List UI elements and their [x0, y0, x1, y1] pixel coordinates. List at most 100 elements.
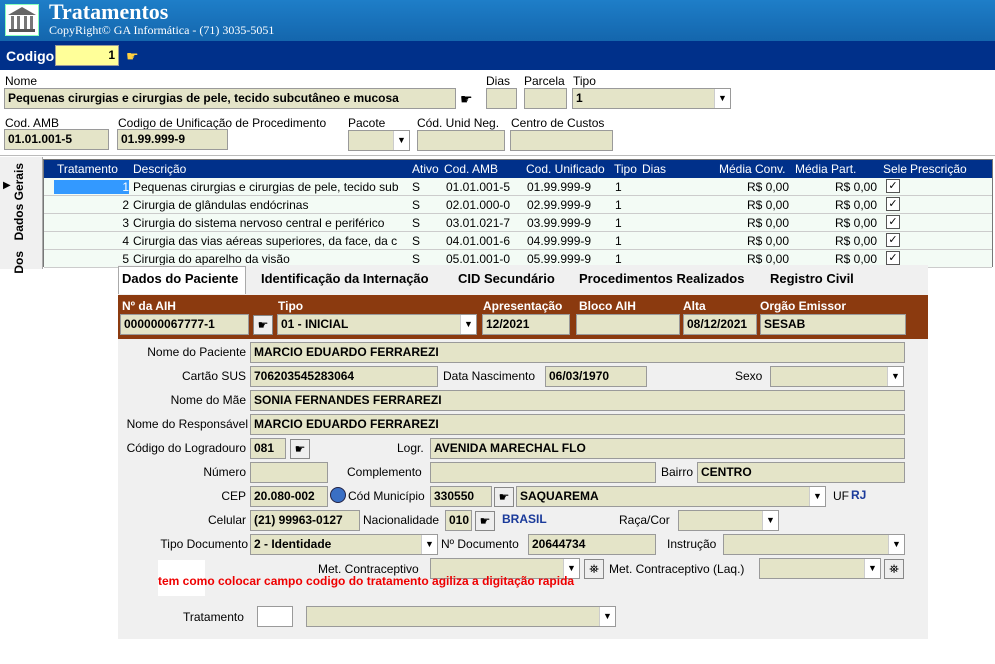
col-tratamento[interactable]: Tratamento: [57, 162, 118, 176]
pointing-hand-icon[interactable]: ☛: [460, 91, 473, 108]
col-cod-amb[interactable]: Cod. AMB: [444, 162, 498, 176]
chevron-down-icon[interactable]: ▼: [460, 315, 476, 334]
col-dias[interactable]: Dias: [642, 162, 666, 176]
cod-municipio-input[interactable]: 330550: [430, 486, 492, 507]
tratamento-select[interactable]: ▼: [306, 606, 616, 627]
table-row[interactable]: 1 Pequenas cirurgias e cirurgias de pele…: [44, 178, 992, 196]
cod-amb-input[interactable]: 01.01.001-5: [4, 129, 109, 150]
municipio-select[interactable]: SAQUAREMA ▼: [516, 486, 826, 507]
numero-input[interactable]: [250, 462, 328, 483]
globe-icon[interactable]: [330, 487, 346, 503]
aih-tipo-select[interactable]: 01 - INICIAL ▼: [277, 314, 477, 335]
nacionalidade-input[interactable]: 010: [445, 510, 472, 531]
table-row[interactable]: 3 Cirurgia do sistema nervoso central e …: [44, 214, 992, 232]
centro-input[interactable]: [510, 130, 613, 151]
tab-dados-paciente[interactable]: Dados do Paciente: [122, 271, 238, 286]
sexo-select[interactable]: ▼: [770, 366, 904, 387]
select-checkbox[interactable]: ✓: [886, 179, 900, 193]
col-descricao[interactable]: Descrição: [133, 162, 186, 176]
nome-input[interactable]: Pequenas cirurgias e cirurgias de pele, …: [4, 88, 456, 109]
title-bar: Tratamentos CopyRight© GA Informática - …: [0, 0, 995, 41]
alta-input[interactable]: 08/12/2021: [683, 314, 757, 335]
col-media-part[interactable]: Média Part.: [795, 162, 856, 176]
raca-select[interactable]: ▼: [678, 510, 779, 531]
pointing-hand-icon[interactable]: ☛: [475, 511, 495, 531]
aih-input[interactable]: 000000067777-1: [120, 314, 249, 335]
tipo-documento-value: 2 - Identidade: [254, 537, 332, 551]
select-checkbox[interactable]: ✓: [886, 233, 900, 247]
col-media-conv[interactable]: Média Conv.: [719, 162, 785, 176]
cep-input[interactable]: 20.080-002: [250, 486, 328, 507]
chevron-down-icon[interactable]: ▼: [599, 607, 615, 626]
select-checkbox[interactable]: ✓: [886, 215, 900, 229]
data-nasc-label: Data Nascimento: [443, 369, 536, 383]
cell-ativo: S: [412, 198, 421, 212]
tratamento-codigo-input[interactable]: [257, 606, 293, 627]
col-ativo[interactable]: Ativo: [412, 162, 439, 176]
apresentacao-input[interactable]: 12/2021: [482, 314, 570, 335]
cod-unid-input[interactable]: [417, 130, 505, 151]
chevron-down-icon[interactable]: ▼: [762, 511, 778, 530]
pointing-hand-icon[interactable]: ☛: [494, 487, 514, 507]
tab-procedimentos[interactable]: Procedimentos Realizados: [579, 271, 744, 286]
chevron-down-icon[interactable]: ▼: [864, 559, 880, 578]
cod-unif-input[interactable]: 01.99.999-9: [117, 129, 228, 150]
cell-amb: 03.01.021-7: [446, 216, 511, 230]
copyright-text: CopyRight© GA Informática - (71) 3035-50…: [49, 23, 275, 37]
chevron-down-icon[interactable]: ▼: [887, 367, 903, 386]
tipo-select[interactable]: 1 ▼: [572, 88, 731, 109]
chevron-down-icon[interactable]: ▼: [393, 131, 409, 150]
binoculars-icon[interactable]: ⛯: [884, 559, 904, 579]
pointing-hand-icon[interactable]: ☛: [290, 439, 310, 459]
dias-input[interactable]: [486, 88, 517, 109]
tipo-documento-select[interactable]: 2 - Identidade ▼: [250, 534, 438, 555]
logr-input[interactable]: AVENIDA MARECHAL FLO: [430, 438, 905, 459]
celular-input[interactable]: (21) 99963-0127: [250, 510, 360, 531]
row-pointer-icon: ▶: [3, 180, 11, 191]
tratamento-label: Tratamento: [183, 610, 244, 624]
col-prescricao[interactable]: Prescrição: [910, 162, 967, 176]
select-checkbox[interactable]: ✓: [886, 197, 900, 211]
pointing-hand-icon[interactable]: ☛: [126, 48, 139, 65]
cell-amb: 02.01.000-0: [446, 198, 511, 212]
tab-cid-secundario[interactable]: CID Secundário: [458, 271, 555, 286]
table-row[interactable]: 4 Cirurgia das vias aéreas superiores, d…: [44, 232, 992, 250]
nome-mae-input[interactable]: SONIA FERNANDES FERRAREZI: [250, 390, 905, 411]
parcela-input[interactable]: [524, 88, 567, 109]
nome-paciente-input[interactable]: MARCIO EDUARDO FERRAREZI: [250, 342, 905, 363]
binoculars-icon[interactable]: ⛯: [584, 559, 604, 579]
col-tipo[interactable]: Tipo: [614, 162, 637, 176]
cartao-sus-input[interactable]: 706203545283064: [250, 366, 438, 387]
nome-responsavel-input[interactable]: MARCIO EDUARDO FERRAREZI: [250, 414, 905, 435]
data-nasc-input[interactable]: 06/03/1970: [545, 366, 647, 387]
cod-logradouro-input[interactable]: 081: [250, 438, 286, 459]
chevron-down-icon[interactable]: ▼: [421, 535, 437, 554]
orgao-input[interactable]: SESAB: [760, 314, 906, 335]
table-row[interactable]: 2 Cirurgia de glândulas endócrinas S 02.…: [44, 196, 992, 214]
pointing-hand-icon[interactable]: ☛: [253, 315, 273, 335]
tab-other[interactable]: Dos: [12, 251, 26, 274]
cell-ativo: S: [412, 180, 421, 194]
chevron-down-icon[interactable]: ▼: [809, 487, 825, 506]
select-checkbox[interactable]: ✓: [886, 251, 900, 265]
tab-registro-civil[interactable]: Registro Civil: [770, 271, 854, 286]
bloco-input[interactable]: [576, 314, 680, 335]
tab-identificacao[interactable]: Identificação da Internação: [261, 271, 429, 286]
complemento-input[interactable]: [430, 462, 656, 483]
bairro-input[interactable]: CENTRO: [697, 462, 905, 483]
n-documento-input[interactable]: 20644734: [528, 534, 656, 555]
tab-dados-gerais[interactable]: Dados Gerais: [12, 163, 26, 240]
bloco-label: Bloco AIH: [579, 299, 636, 313]
cell-ativo: S: [412, 216, 421, 230]
chevron-down-icon[interactable]: ▼: [888, 535, 904, 554]
tipo-documento-label: Tipo Documento: [160, 537, 248, 551]
col-cod-unificado[interactable]: Cod. Unificado: [526, 162, 605, 176]
col-sele[interactable]: Sele: [883, 162, 907, 176]
pacote-select[interactable]: ▼: [348, 130, 410, 151]
codigo-input[interactable]: 1: [55, 45, 119, 66]
chevron-down-icon[interactable]: ▼: [714, 89, 730, 108]
met-contraceptivo-laq-select[interactable]: ▼: [759, 558, 881, 579]
cell-tipo: 1: [615, 234, 622, 248]
nome-mae-label: Nome do Mãe: [170, 393, 246, 407]
instrucao-select[interactable]: ▼: [723, 534, 905, 555]
